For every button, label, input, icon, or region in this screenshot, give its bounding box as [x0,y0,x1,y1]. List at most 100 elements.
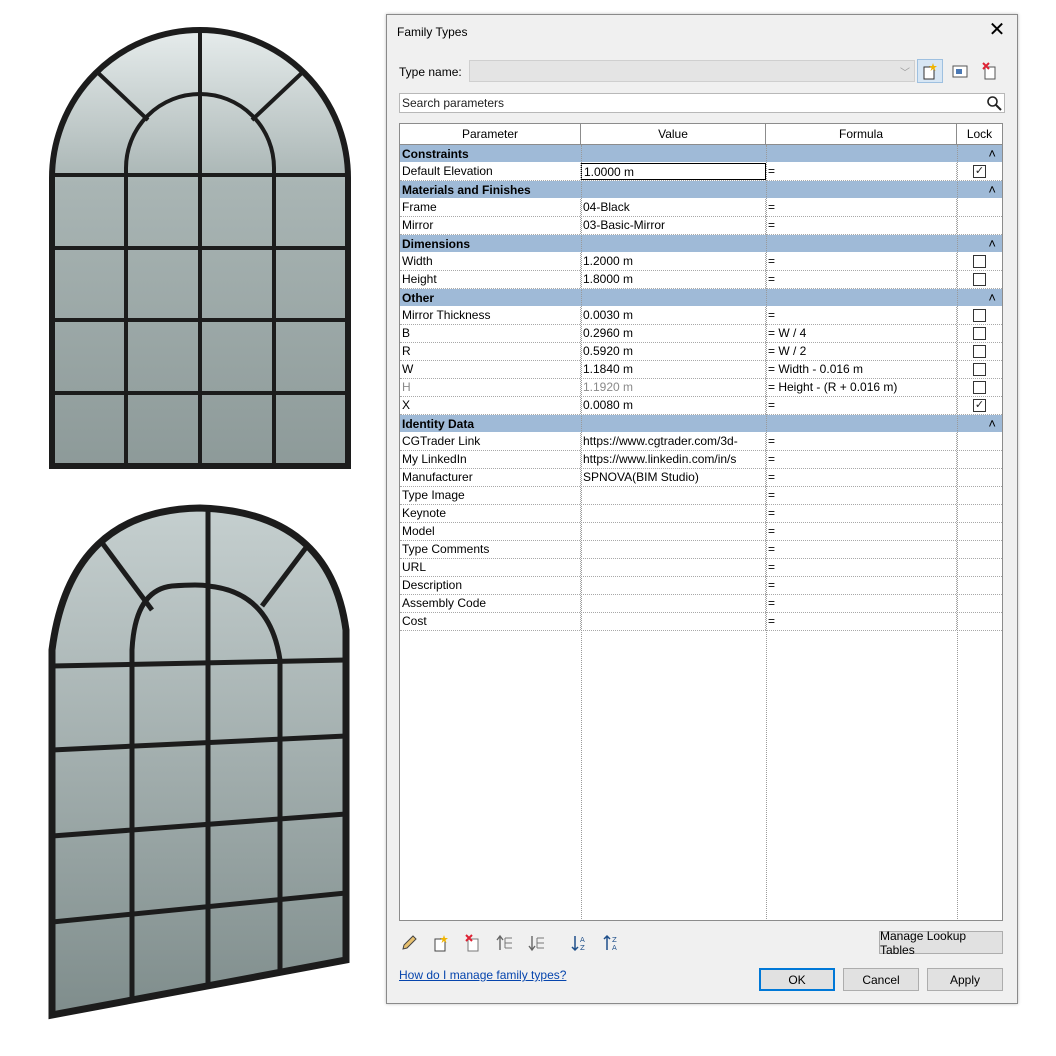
sort-ascending-icon[interactable]: AZ [569,933,589,953]
lock-checkbox[interactable] [973,363,986,376]
parameter-formula-cell[interactable]: = [766,199,957,216]
parameter-formula-cell[interactable]: = [766,217,957,234]
collapse-group-icon[interactable]: ˄ [988,146,996,161]
lock-checkbox[interactable] [973,273,986,286]
parameter-row[interactable]: Width 1.2000 m = [400,253,1002,271]
lock-checkbox[interactable] [973,381,986,394]
group-header[interactable]: Other ˄ [400,289,1002,307]
search-icon[interactable] [986,95,1002,114]
parameter-value-cell[interactable]: 0.2960 m [581,325,766,342]
parameter-row[interactable]: Manufacturer SPNOVA(BIM Studio) = [400,469,1002,487]
new-parameter-icon[interactable] [431,933,451,953]
group-header[interactable]: Materials and Finishes ˄ [400,181,1002,199]
parameter-value-cell[interactable] [581,559,766,576]
parameter-value-cell[interactable] [581,541,766,558]
parameter-formula-cell[interactable]: = [766,271,957,288]
close-icon[interactable]: ✕ [985,19,1009,43]
parameter-value-cell[interactable]: SPNOVA(BIM Studio) [581,469,766,486]
lock-checkbox[interactable]: ✓ [973,165,986,178]
parameter-row[interactable]: CGTrader Link https://www.cgtrader.com/3d… [400,433,1002,451]
parameter-row[interactable]: Description = [400,577,1002,595]
parameter-value-cell[interactable] [581,595,766,612]
parameter-value-cell[interactable] [581,613,766,630]
parameter-value-cell[interactable]: 0.5920 m [581,343,766,360]
rename-type-button[interactable] [947,59,973,83]
parameter-value-cell[interactable]: 1.0000 m [581,163,766,180]
parameter-row[interactable]: My LinkedIn https://www.linkedin.com/in/s… [400,451,1002,469]
parameter-formula-cell[interactable]: = [766,487,957,504]
parameter-value-cell[interactable]: 1.1920 m [581,379,766,396]
parameter-row[interactable]: Type Comments = [400,541,1002,559]
search-input[interactable] [400,94,970,112]
lock-checkbox[interactable] [973,255,986,268]
parameter-row[interactable]: Model = [400,523,1002,541]
parameter-formula-cell[interactable]: = [766,541,957,558]
collapse-group-icon[interactable]: ˄ [988,236,996,251]
parameter-row[interactable]: R 0.5920 m = W / 2 [400,343,1002,361]
column-header-lock[interactable]: Lock [957,124,1002,144]
move-down-icon[interactable] [527,933,547,953]
lock-checkbox[interactable]: ✓ [973,399,986,412]
manage-lookup-tables-button[interactable]: Manage Lookup Tables [879,929,1003,957]
parameter-formula-cell[interactable]: = [766,469,957,486]
parameter-row[interactable]: Frame 04-Black = [400,199,1002,217]
column-header-formula[interactable]: Formula [766,124,957,144]
parameter-value-cell[interactable] [581,505,766,522]
group-header[interactable]: Identity Data ˄ [400,415,1002,433]
parameter-formula-cell[interactable]: = [766,595,957,612]
parameter-row[interactable]: Default Elevation 1.0000 m = ✓ [400,163,1002,181]
apply-button[interactable]: Apply [927,968,1003,991]
help-link[interactable]: How do I manage family types? [399,968,566,982]
group-header[interactable]: Dimensions ˄ [400,235,1002,253]
parameter-formula-cell[interactable]: = [766,451,957,468]
parameter-row[interactable]: Type Image = [400,487,1002,505]
parameter-formula-cell[interactable]: = [766,559,957,576]
parameter-formula-cell[interactable]: = Height - (R + 0.016 m) [766,379,957,396]
parameter-value-cell[interactable] [581,487,766,504]
lock-checkbox[interactable] [973,345,986,358]
parameter-formula-cell[interactable]: = [766,523,957,540]
parameter-value-cell[interactable]: 1.8000 m [581,271,766,288]
parameter-formula-cell[interactable]: = [766,397,957,414]
collapse-group-icon[interactable]: ˄ [988,290,996,305]
parameter-row[interactable]: B 0.2960 m = W / 4 [400,325,1002,343]
lock-checkbox[interactable] [973,309,986,322]
parameter-row[interactable]: URL = [400,559,1002,577]
move-up-icon[interactable] [495,933,515,953]
parameter-row[interactable]: Keynote = [400,505,1002,523]
parameter-row[interactable]: Assembly Code = [400,595,1002,613]
parameter-formula-cell[interactable]: = [766,505,957,522]
parameter-row[interactable]: H 1.1920 m = Height - (R + 0.016 m) [400,379,1002,397]
parameter-formula-cell[interactable]: = [766,433,957,450]
parameter-formula-cell[interactable]: = W / 4 [766,325,957,342]
parameter-value-cell[interactable]: https://www.cgtrader.com/3d- [581,433,766,450]
lock-checkbox[interactable] [973,327,986,340]
sort-descending-icon[interactable]: ZA [601,933,621,953]
parameter-value-cell[interactable]: 0.0030 m [581,307,766,324]
column-header-parameter[interactable]: Parameter [400,124,581,144]
parameter-value-cell[interactable]: 1.1840 m [581,361,766,378]
parameter-value-cell[interactable]: 0.0080 m [581,397,766,414]
ok-button[interactable]: OK [759,968,835,991]
parameter-formula-cell[interactable]: = [766,577,957,594]
parameter-row[interactable]: Mirror Thickness 0.0030 m = [400,307,1002,325]
parameter-value-cell[interactable] [581,577,766,594]
delete-parameter-icon[interactable] [463,933,483,953]
collapse-group-icon[interactable]: ˄ [988,182,996,197]
parameter-formula-cell[interactable]: = Width - 0.016 m [766,361,957,378]
parameter-value-cell[interactable]: 03-Basic-Mirror [581,217,766,234]
group-header[interactable]: Constraints ˄ [400,145,1002,163]
column-header-value[interactable]: Value [581,124,766,144]
parameter-row[interactable]: Height 1.8000 m = [400,271,1002,289]
parameter-formula-cell[interactable]: = [766,613,957,630]
parameter-value-cell[interactable]: https://www.linkedin.com/in/s [581,451,766,468]
parameter-value-cell[interactable]: 04-Black [581,199,766,216]
collapse-group-icon[interactable]: ˄ [988,416,996,431]
cancel-button[interactable]: Cancel [843,968,919,991]
parameter-formula-cell[interactable]: = [766,163,957,180]
parameter-formula-cell[interactable]: = [766,307,957,324]
delete-type-button[interactable] [977,59,1003,83]
parameter-formula-cell[interactable]: = [766,253,957,270]
parameter-value-cell[interactable] [581,523,766,540]
new-type-button[interactable] [917,59,943,83]
